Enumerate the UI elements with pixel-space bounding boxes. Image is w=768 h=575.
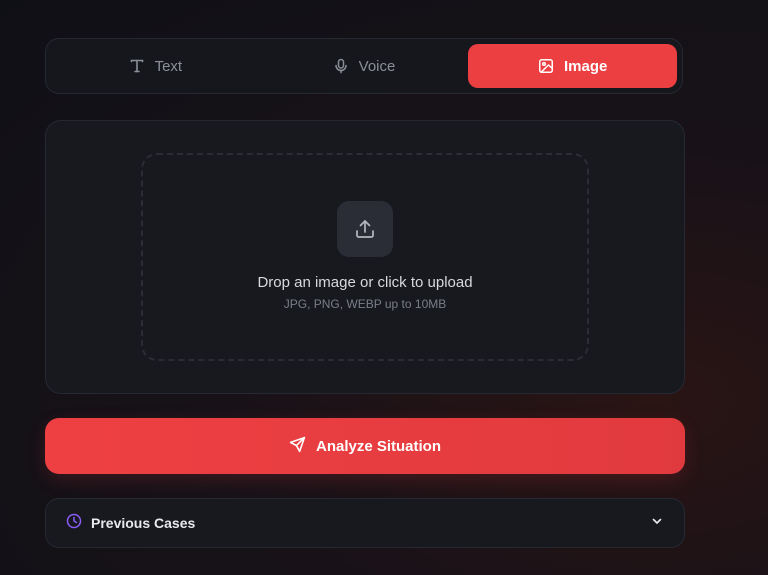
previous-cases-label: Previous Cases bbox=[91, 515, 196, 531]
analyze-button-label: Analyze Situation bbox=[315, 437, 442, 455]
tab-image-label: Image bbox=[564, 57, 608, 75]
input-mode-tabs: Text Voice Image bbox=[45, 38, 683, 94]
send-icon bbox=[289, 436, 306, 457]
clock-icon bbox=[66, 513, 82, 534]
upload-panel: Drop an image or click to upload JPG, PN… bbox=[45, 120, 685, 394]
tab-voice-label: Voice bbox=[358, 57, 396, 75]
tab-image[interactable]: Image bbox=[468, 44, 678, 88]
tab-text[interactable]: Text bbox=[51, 44, 260, 88]
text-icon bbox=[129, 58, 145, 74]
image-dropzone[interactable]: Drop an image or click to upload JPG, PN… bbox=[141, 153, 589, 361]
dropzone-title: Drop an image or click to upload bbox=[257, 274, 473, 291]
upload-icon bbox=[337, 201, 393, 257]
microphone-icon bbox=[333, 58, 349, 74]
analyze-situation-button[interactable]: Analyze Situation bbox=[45, 418, 685, 474]
previous-cases-toggle[interactable]: Previous Cases bbox=[45, 498, 685, 548]
image-icon bbox=[538, 58, 554, 74]
chevron-down-icon bbox=[650, 514, 664, 533]
tab-text-label: Text bbox=[154, 57, 183, 75]
tab-voice[interactable]: Voice bbox=[260, 44, 469, 88]
dropzone-subtitle: JPG, PNG, WEBP up to 10MB bbox=[283, 297, 447, 311]
